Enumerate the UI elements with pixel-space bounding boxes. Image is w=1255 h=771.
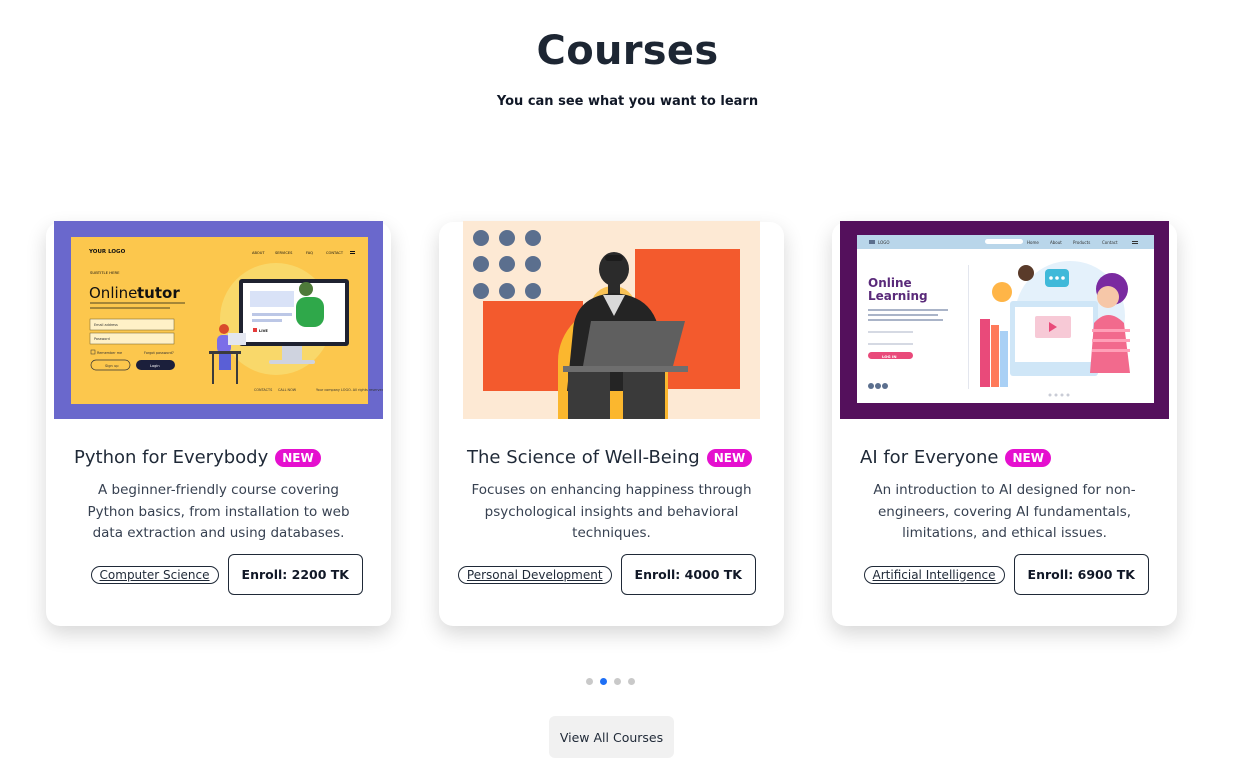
- carousel-pagination: [586, 678, 642, 685]
- course-body: Python for Everybody NEW A beginner-frie…: [46, 447, 391, 545]
- page-header: Courses You can see what you want to lea…: [0, 28, 1255, 109]
- svg-text:LOG IN: LOG IN: [882, 354, 897, 359]
- course-footer: Computer Science Enroll: 2200 TK: [90, 554, 363, 595]
- course-description: An introduction to AI designed for non-e…: [873, 482, 1136, 541]
- svg-text:YOUR LOGO: YOUR LOGO: [88, 249, 126, 255]
- course-description: Focuses on enhancing happiness through p…: [471, 482, 752, 541]
- course-card-ai[interactable]: LOGO Home About Products Contact Online …: [832, 221, 1177, 626]
- svg-text:Contact: Contact: [1102, 240, 1118, 245]
- svg-text:Products: Products: [1073, 240, 1090, 245]
- svg-text:About: About: [1050, 240, 1062, 245]
- svg-text:CALL NOW: CALL NOW: [278, 388, 297, 392]
- course-description: A beginner-friendly course covering Pyth…: [87, 482, 350, 541]
- category-tag[interactable]: Computer Science: [90, 565, 219, 584]
- svg-text:CONTACTS: CONTACTS: [254, 388, 272, 392]
- svg-text:SERVICES: SERVICES: [275, 251, 293, 255]
- svg-text:Learning: Learning: [868, 289, 928, 303]
- carousel-dot[interactable]: [628, 678, 635, 685]
- svg-text:ABOUT: ABOUT: [252, 251, 265, 255]
- course-image-python: YOUR LOGO ABOUT SERVICES FAQ CONTACT SUB…: [54, 221, 383, 419]
- course-image-wellbeing: [463, 221, 760, 419]
- svg-text:Email address: Email address: [94, 323, 118, 327]
- svg-text:CONTACT: CONTACT: [326, 251, 344, 255]
- svg-text:Forgot password?: Forgot password?: [144, 351, 174, 355]
- course-image-ai: LOGO Home About Products Contact Online …: [840, 221, 1169, 419]
- svg-text:LOGO: LOGO: [878, 240, 889, 245]
- svg-text:FAQ: FAQ: [306, 251, 313, 255]
- course-card-wellbeing[interactable]: The Science of Well-Being NEW Focuses on…: [439, 221, 784, 626]
- svg-text:LIVE: LIVE: [259, 329, 268, 333]
- category-tag[interactable]: Personal Development: [457, 565, 612, 584]
- course-title: Python for Everybody: [74, 447, 269, 468]
- svg-text:Your company LOGO. All rights: Your company LOGO. All rights reserved: [316, 388, 383, 392]
- carousel-dot[interactable]: [614, 678, 621, 685]
- new-badge: NEW: [1005, 448, 1051, 467]
- svg-text:Sign up: Sign up: [105, 364, 119, 368]
- new-badge: NEW: [706, 448, 753, 467]
- svg-text:tutor: tutor: [137, 284, 180, 302]
- svg-text:Login: Login: [150, 364, 160, 368]
- course-footer: Personal Development Enroll: 4000 TK: [457, 554, 756, 595]
- enroll-button[interactable]: Enroll: 2200 TK: [227, 554, 363, 595]
- enroll-button[interactable]: Enroll: 6900 TK: [1013, 554, 1149, 595]
- course-body: The Science of Well-Being NEW Focuses on…: [439, 447, 784, 545]
- new-badge: NEW: [275, 448, 321, 467]
- page-subtitle: You can see what you want to learn: [496, 94, 759, 109]
- course-title: AI for Everyone: [860, 447, 999, 468]
- svg-text:Home: Home: [1027, 240, 1039, 245]
- carousel-dot-active[interactable]: [600, 678, 607, 685]
- course-card-python[interactable]: YOUR LOGO ABOUT SERVICES FAQ CONTACT SUB…: [46, 221, 391, 626]
- svg-text:Online: Online: [868, 276, 912, 290]
- course-body: AI for Everyone NEW An introduction to A…: [832, 447, 1177, 545]
- enroll-button[interactable]: Enroll: 4000 TK: [620, 554, 756, 595]
- course-title: The Science of Well-Being: [467, 447, 700, 468]
- carousel-dot[interactable]: [586, 678, 593, 685]
- category-tag[interactable]: Artificial Intelligence: [863, 565, 1005, 584]
- page-title: Courses: [536, 28, 719, 74]
- svg-text:Password: Password: [94, 337, 110, 341]
- svg-text:Online: Online: [89, 284, 137, 302]
- svg-text:Remember me: Remember me: [97, 351, 122, 355]
- course-footer: Artificial Intelligence Enroll: 6900 TK: [863, 554, 1149, 595]
- svg-text:SUBTITLE HERE: SUBTITLE HERE: [90, 270, 120, 275]
- view-all-courses-button[interactable]: View All Courses: [549, 716, 674, 758]
